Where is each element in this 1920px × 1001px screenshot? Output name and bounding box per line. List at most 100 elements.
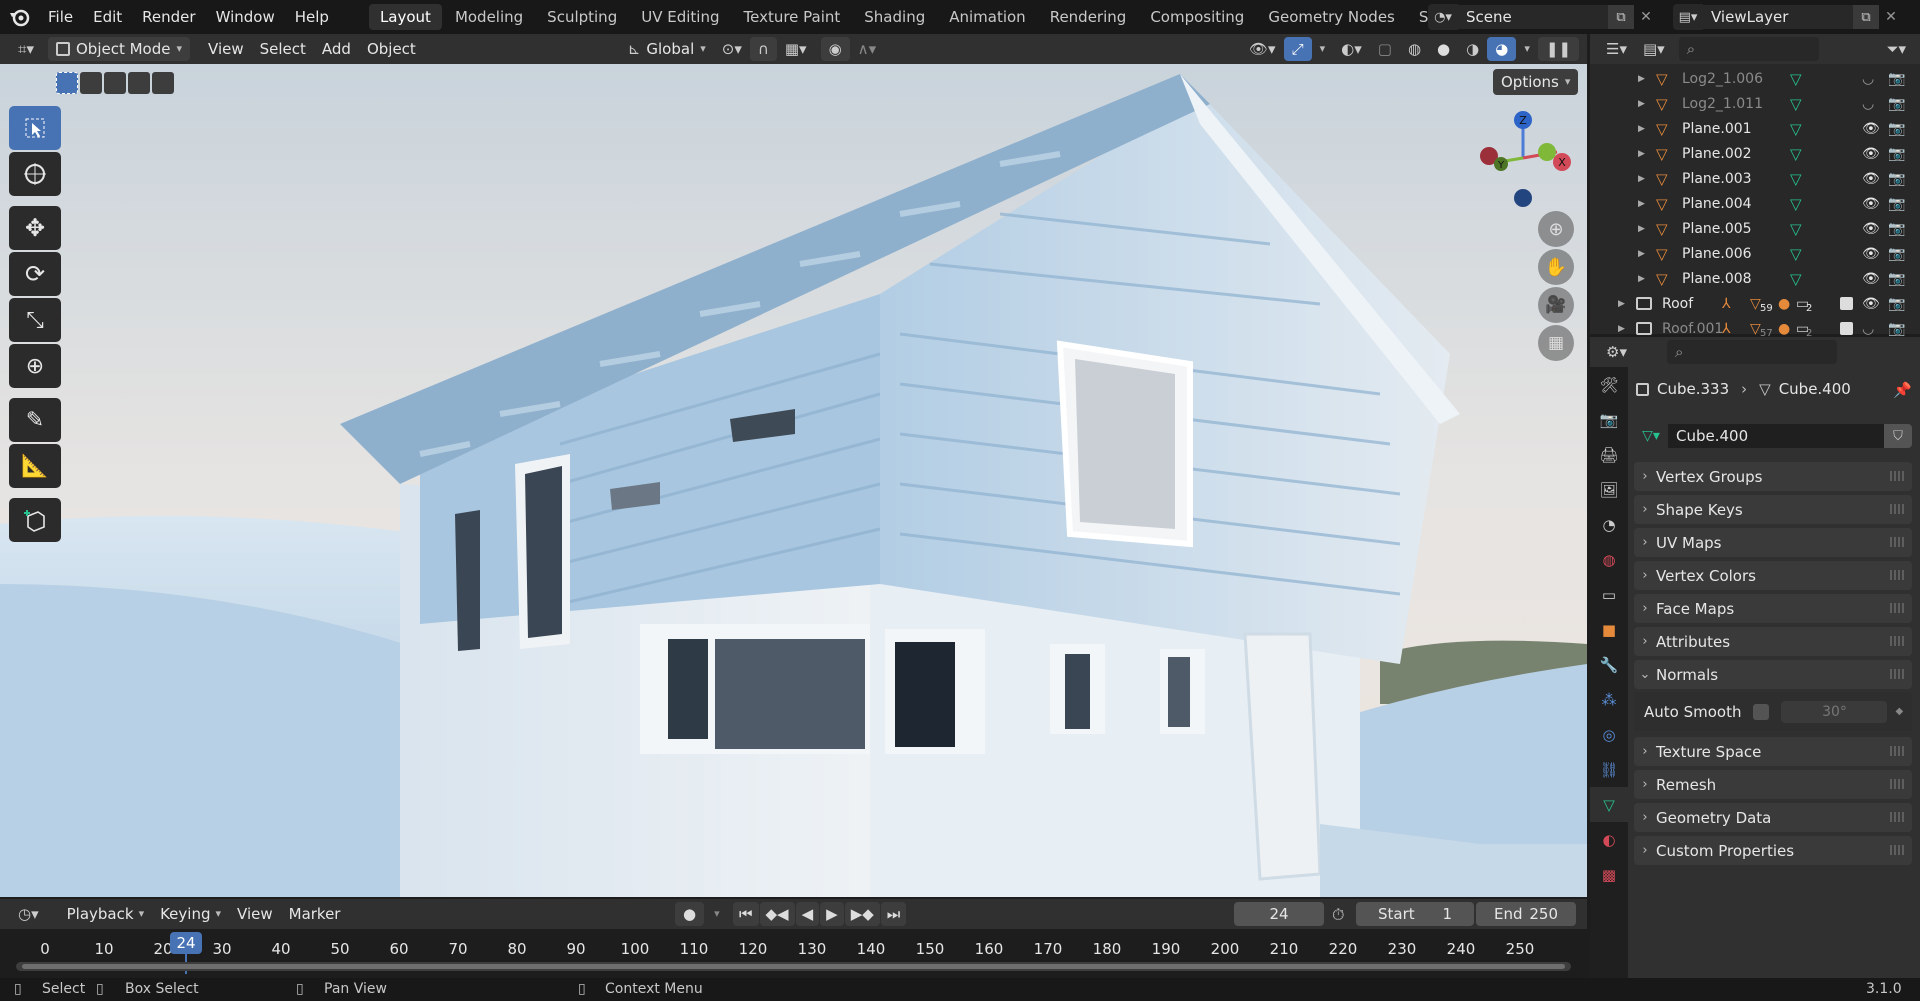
eye-icon[interactable]: 👁 bbox=[1862, 121, 1880, 137]
eye-icon[interactable]: 👁 bbox=[1862, 171, 1880, 187]
expand-arrow-icon[interactable]: ▶ bbox=[1638, 224, 1645, 234]
falloff-icon[interactable]: ∧▾ bbox=[850, 37, 885, 61]
outliner-row[interactable]: ▶ ▽ Log2_1.006 ▽ ◡ 📷 bbox=[1590, 66, 1920, 91]
expand-arrow-icon[interactable]: ▶ bbox=[1618, 299, 1625, 309]
zoom-icon[interactable]: ⊕ bbox=[1538, 211, 1574, 247]
drag-handle-icon[interactable] bbox=[1890, 845, 1904, 855]
panel-attributes[interactable]: › Attributes bbox=[1634, 627, 1912, 656]
current-frame-field[interactable]: 24 bbox=[1234, 902, 1324, 926]
outliner-row[interactable]: ▶ ▽ Plane.003 ▽ 👁 📷 bbox=[1590, 166, 1920, 191]
proportional-edit-icon[interactable]: ◉ bbox=[820, 37, 850, 61]
shading-wireframe-icon[interactable]: ◍ bbox=[1400, 37, 1429, 61]
panel-geometry-data[interactable]: › Geometry Data bbox=[1634, 803, 1912, 832]
expand-arrow-icon[interactable]: ▶ bbox=[1638, 99, 1645, 109]
jump-keyframe-forward-icon[interactable]: ▶◆ bbox=[844, 902, 880, 926]
timeline-scrollbar[interactable] bbox=[16, 962, 1571, 971]
snap-target-icon[interactable]: ▦▾ bbox=[777, 37, 815, 61]
scene-tab-icon[interactable]: ◔ bbox=[1590, 507, 1628, 542]
visibility-icon[interactable]: 👁▾ bbox=[1241, 37, 1284, 61]
output-tab-icon[interactable]: 🖨 bbox=[1590, 437, 1628, 472]
pin-icon[interactable]: 📌 bbox=[1893, 381, 1912, 399]
scene-close-icon[interactable]: ✕ bbox=[1634, 5, 1658, 29]
select-box-tool-icon[interactable] bbox=[9, 106, 61, 150]
keying-set-dropdown-icon[interactable]: ▾ bbox=[706, 902, 728, 926]
particles-tab-icon[interactable]: ⁂ bbox=[1590, 682, 1628, 717]
expand-arrow-icon[interactable]: ▶ bbox=[1638, 174, 1645, 184]
render-camera-icon[interactable]: 📷 bbox=[1888, 296, 1905, 312]
xray-icon[interactable]: ▢ bbox=[1370, 37, 1400, 61]
panel-vertex-groups[interactable]: › Vertex Groups bbox=[1634, 462, 1912, 491]
view-layer-tab-icon[interactable]: 🖼 bbox=[1590, 472, 1628, 507]
eye-icon[interactable]: 👁 bbox=[1862, 221, 1880, 237]
panel-remesh[interactable]: › Remesh bbox=[1634, 770, 1912, 799]
exclude-checkbox[interactable] bbox=[1840, 322, 1853, 335]
start-frame-field[interactable]: Start 1 bbox=[1356, 902, 1474, 926]
panel-face-maps[interactable]: › Face Maps bbox=[1634, 594, 1912, 623]
eye-icon[interactable]: 👁 bbox=[1862, 146, 1880, 162]
render-camera-icon[interactable]: 📷 bbox=[1888, 246, 1905, 262]
outliner-row[interactable]: ▶ ▽ Plane.005 ▽ 👁 📷 bbox=[1590, 216, 1920, 241]
panel-shape-keys[interactable]: › Shape Keys bbox=[1634, 495, 1912, 524]
scale-tool-icon[interactable]: ⤡ bbox=[9, 298, 61, 342]
collection-tab-icon[interactable]: ▭ bbox=[1590, 577, 1628, 612]
expand-arrow-icon[interactable]: ▶ bbox=[1618, 324, 1625, 334]
animate-property-icon[interactable]: ◆ bbox=[1895, 706, 1903, 717]
modifier-tab-icon[interactable]: 🔧 bbox=[1590, 647, 1628, 682]
select-invert-icon[interactable] bbox=[128, 72, 150, 94]
snap-icon[interactable]: ∩ bbox=[749, 37, 777, 61]
overlays-icon[interactable]: ◐▾ bbox=[1333, 37, 1370, 61]
constraints-tab-icon[interactable]: ⛓ bbox=[1590, 752, 1628, 787]
drag-handle-icon[interactable] bbox=[1890, 779, 1904, 789]
eye-icon[interactable]: 👁 bbox=[1862, 246, 1880, 262]
render-camera-icon[interactable]: 📷 bbox=[1888, 146, 1905, 162]
tab-animation[interactable]: Animation bbox=[938, 4, 1036, 30]
tab-geometry-nodes[interactable]: Geometry Nodes bbox=[1257, 4, 1406, 30]
stopwatch-icon[interactable]: ⏱ bbox=[1332, 905, 1344, 925]
view-layer-close-icon[interactable]: ✕ bbox=[1879, 5, 1903, 29]
expand-arrow-icon[interactable]: ▶ bbox=[1638, 124, 1645, 134]
outliner-editor-type-icon[interactable]: ☰▾ bbox=[1598, 37, 1635, 61]
expand-arrow-icon[interactable]: ▶ bbox=[1638, 249, 1645, 259]
measure-tool-icon[interactable]: 📐 bbox=[9, 444, 61, 488]
hidden-eye-icon[interactable]: ◡ bbox=[1862, 321, 1874, 337]
tab-compositing[interactable]: Compositing bbox=[1139, 4, 1255, 30]
menu-edit[interactable]: Edit bbox=[83, 0, 132, 34]
3d-viewport[interactable]: Options ▾ bbox=[0, 64, 1587, 897]
camera-view-icon[interactable]: 🎥 bbox=[1538, 287, 1574, 323]
tab-shading[interactable]: Shading bbox=[853, 4, 936, 30]
scene-copy-icon[interactable]: ⧉ bbox=[1608, 5, 1634, 29]
render-camera-icon[interactable]: 📷 bbox=[1888, 96, 1905, 112]
render-camera-icon[interactable]: 📷 bbox=[1888, 196, 1905, 212]
menu-window[interactable]: Window bbox=[206, 0, 285, 34]
exclude-checkbox[interactable] bbox=[1840, 297, 1853, 310]
filter-icon[interactable]: ⏷▾ bbox=[1878, 37, 1914, 61]
gizmo-dropdown-icon[interactable]: ▾ bbox=[1312, 37, 1334, 61]
panel-texture-space[interactable]: › Texture Space bbox=[1634, 737, 1912, 766]
render-camera-icon[interactable]: 📷 bbox=[1888, 71, 1905, 87]
drag-handle-icon[interactable] bbox=[1890, 537, 1904, 547]
expand-arrow-icon[interactable]: ▶ bbox=[1638, 74, 1645, 84]
mesh-browse-icon[interactable]: ▽▾ bbox=[1634, 423, 1668, 449]
menu-file[interactable]: File bbox=[38, 0, 83, 34]
timeline-view-menu[interactable]: View bbox=[229, 902, 281, 926]
scene-icon[interactable]: ◔▾ bbox=[1428, 4, 1458, 30]
outliner-row[interactable]: ▶ ▽ Plane.002 ▽ 👁 📷 bbox=[1590, 141, 1920, 166]
render-camera-icon[interactable]: 📷 bbox=[1888, 171, 1905, 187]
select-menu[interactable]: Select bbox=[252, 37, 314, 61]
editor-type-icon[interactable]: ⌗▾ bbox=[10, 37, 42, 61]
navigation-gizmo[interactable]: Z Y X bbox=[1475, 106, 1585, 216]
gizmo-toggle-icon[interactable]: ⤢ bbox=[1283, 37, 1312, 61]
shading-dropdown-icon[interactable]: ▾ bbox=[1516, 37, 1538, 61]
select-subtract-icon[interactable] bbox=[104, 72, 126, 94]
play-reverse-icon[interactable]: ◀ bbox=[795, 902, 820, 926]
pivot-point-icon[interactable]: ⊙▾ bbox=[714, 37, 750, 61]
select-intersect-icon[interactable] bbox=[152, 72, 174, 94]
playhead[interactable]: 24 bbox=[170, 932, 202, 954]
shading-rendered-icon[interactable]: ◕ bbox=[1487, 37, 1517, 61]
panel-normals[interactable]: ⌄ Normals bbox=[1634, 660, 1912, 689]
object-menu[interactable]: Object bbox=[359, 37, 424, 61]
tab-sculpting[interactable]: Sculpting bbox=[536, 4, 628, 30]
auto-keying-icon[interactable]: ● bbox=[675, 902, 705, 926]
physics-tab-icon[interactable]: ◎ bbox=[1590, 717, 1628, 752]
timeline-scrollbar-thumb[interactable] bbox=[22, 964, 1565, 969]
